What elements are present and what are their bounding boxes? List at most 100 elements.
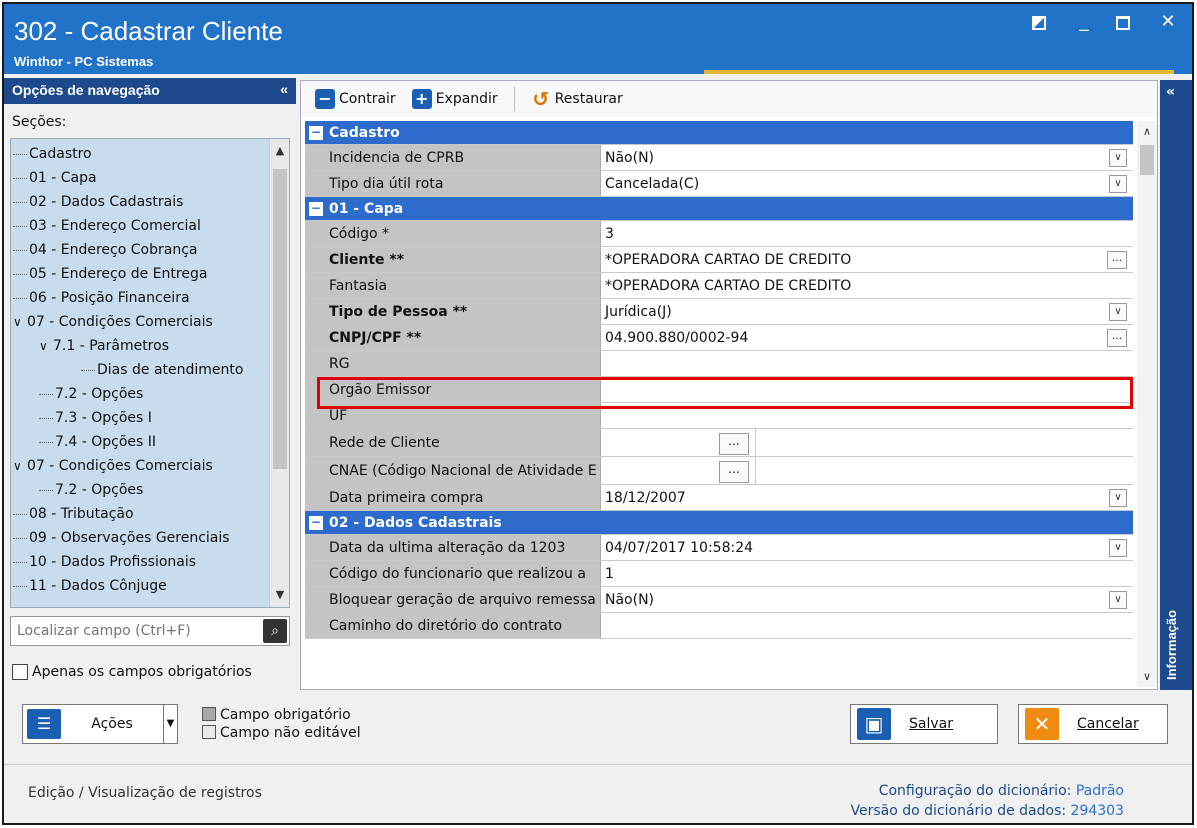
- field-value[interactable]: Jurídica(J) ∨: [601, 299, 1133, 324]
- chevron-down-icon[interactable]: ∨: [13, 455, 27, 477]
- section-header[interactable]: −01 - Capa: [305, 197, 1133, 221]
- acoes-button[interactable]: ☰ Ações ▼: [22, 704, 178, 744]
- sidebar-item-label: 03 - Endereço Comercial: [29, 218, 201, 234]
- close-button[interactable]: ✕: [1158, 12, 1178, 32]
- sidebar-item-label: 07 - Condições Comerciais: [27, 458, 213, 474]
- table-row: UF: [305, 403, 1133, 429]
- field-value[interactable]: 1: [601, 561, 1133, 586]
- section-header[interactable]: −02 - Dados Cadastrais: [305, 511, 1133, 535]
- field-search-input[interactable]: [11, 617, 251, 645]
- field-label: Código do funcionario que realizou a: [305, 561, 601, 586]
- ellipsis-button[interactable]: ...: [719, 433, 749, 455]
- field-value[interactable]: [601, 613, 1133, 638]
- maximize-button[interactable]: [1116, 12, 1136, 32]
- section-header[interactable]: − Cadastro: [305, 121, 1133, 145]
- sidebar-item[interactable]: 09 - Observações Gerenciais: [13, 527, 230, 549]
- scroll-thumb[interactable]: [273, 169, 287, 469]
- salvar-button[interactable]: ▣ Salvar: [850, 704, 998, 744]
- chevron-down-icon[interactable]: ∨: [13, 311, 27, 333]
- sidebar-item-label: 05 - Endereço de Entrega: [29, 266, 208, 282]
- caret-down-icon[interactable]: ▼: [163, 705, 177, 743]
- table-row: Tipo de Pessoa ** Jurídica(J) ∨: [305, 299, 1133, 325]
- sidebar-item[interactable]: ∨ 7.1 - Parâmetros: [39, 335, 169, 357]
- sidebar-item[interactable]: 7.2 - Opções: [39, 383, 143, 405]
- field-label: Código *: [305, 221, 601, 246]
- sidebar-item[interactable]: 08 - Tributação: [13, 503, 134, 525]
- sidebar-item[interactable]: ∨ 07 - Condições Comerciais: [13, 311, 213, 333]
- restaurar-button[interactable]: ↺ Restaurar: [525, 87, 629, 111]
- minimize-button[interactable]: _: [1074, 12, 1094, 32]
- collapse-icon[interactable]: −: [309, 516, 323, 530]
- field-label: Cliente **: [305, 247, 601, 272]
- collapse-info-button[interactable]: «: [1166, 84, 1175, 100]
- sidebar-item[interactable]: 06 - Posição Financeira: [13, 287, 190, 309]
- required-swatch: [202, 707, 216, 721]
- sidebar-item-label: 7.2 - Opções: [55, 482, 144, 498]
- scroll-up-icon[interactable]: ▲: [270, 141, 289, 161]
- scroll-down-icon[interactable]: ▼: [270, 585, 289, 605]
- field-value[interactable]: [601, 403, 1133, 428]
- undo-icon: ↺: [532, 87, 550, 111]
- only-required-checkbox[interactable]: [12, 664, 28, 680]
- sidebar-item[interactable]: 03 - Endereço Comercial: [13, 215, 201, 237]
- ellipsis-button[interactable]: ...: [1107, 329, 1127, 347]
- field-value[interactable]: 04/07/2017 10:58:24 ∨: [601, 535, 1133, 560]
- tree-scrollbar[interactable]: ▲ ▼: [269, 139, 289, 607]
- field-value[interactable]: [601, 377, 1133, 402]
- chevron-down-icon[interactable]: ∨: [1109, 539, 1127, 557]
- field-value[interactable]: *OPERADORA CARTAO DE CREDITO: [601, 273, 1133, 298]
- field-value[interactable]: Não(N) ∨: [601, 145, 1133, 170]
- collapse-navigation-button[interactable]: «: [280, 81, 288, 97]
- collapse-icon[interactable]: −: [309, 202, 323, 216]
- sidebar-item[interactable]: 10 - Dados Profissionais: [13, 551, 196, 573]
- field-label: Incidencia de CPRB: [305, 145, 601, 170]
- field-value[interactable]: Cancelada(C) ∨: [601, 171, 1133, 196]
- ellipsis-button[interactable]: ...: [1107, 251, 1127, 269]
- sidebar-item[interactable]: Cadastro: [13, 143, 92, 165]
- field-value[interactable]: ...: [601, 457, 1133, 484]
- sidebar-item[interactable]: 04 - Endereço Cobrança: [13, 239, 197, 261]
- scroll-down-icon[interactable]: ∨: [1137, 670, 1157, 683]
- field-value[interactable]: 04.900.880/0002-94...: [601, 325, 1133, 350]
- collapse-icon[interactable]: −: [309, 126, 323, 140]
- chevron-down-icon[interactable]: ∨: [1109, 489, 1127, 507]
- field-value[interactable]: 18/12/2007 ∨: [601, 485, 1133, 510]
- grid-scrollbar[interactable]: ∧ ∨: [1137, 121, 1157, 687]
- sidebar-item-label: 7.2 - Opções: [55, 386, 144, 402]
- field-value[interactable]: Não(N) ∨: [601, 587, 1133, 612]
- chevron-down-icon[interactable]: ∨: [1109, 591, 1127, 609]
- field-value[interactable]: ...: [601, 429, 1133, 456]
- sidebar-item[interactable]: 7.2 - Opções: [39, 479, 143, 501]
- field-value[interactable]: 3: [601, 221, 1133, 246]
- chevron-down-icon[interactable]: ∨: [1109, 149, 1127, 167]
- sidebar-item[interactable]: 05 - Endereço de Entrega: [13, 263, 207, 285]
- sidebar-item[interactable]: 7.4 - Opções II: [39, 431, 156, 453]
- chevron-down-icon[interactable]: ∨: [1109, 303, 1127, 321]
- contrair-button[interactable]: − Contrair: [309, 87, 402, 111]
- field-value[interactable]: [601, 351, 1133, 376]
- ellipsis-button[interactable]: ...: [719, 461, 749, 483]
- noneditable-swatch: [202, 725, 216, 739]
- scroll-up-icon[interactable]: ∧: [1137, 125, 1157, 138]
- info-label: Informação: [1164, 609, 1179, 680]
- restore-icon[interactable]: [1032, 12, 1052, 32]
- sidebar-item[interactable]: 01 - Capa: [13, 167, 97, 189]
- sidebar-item[interactable]: ∨ 07 - Condições Comerciais: [13, 455, 213, 477]
- sidebar-item-label: 04 - Endereço Cobrança: [29, 242, 198, 258]
- sidebar-item[interactable]: 7.3 - Opções I: [39, 407, 152, 429]
- table-row: RG: [305, 351, 1133, 377]
- cancelar-button[interactable]: ✕ Cancelar: [1018, 704, 1168, 744]
- expandir-button[interactable]: + Expandir: [406, 87, 504, 111]
- chevron-down-icon[interactable]: ∨: [1109, 175, 1127, 193]
- field-value[interactable]: *OPERADORA CARTAO DE CREDITO...: [601, 247, 1133, 272]
- chevron-down-icon[interactable]: ∨: [39, 335, 53, 357]
- sidebar-item[interactable]: 02 - Dados Cadastrais: [13, 191, 183, 213]
- sidebar-item[interactable]: Dias de atendimento: [81, 359, 243, 381]
- legend-noneditable-label: Campo não editável: [220, 725, 361, 741]
- search-icon[interactable]: ⌕: [263, 619, 287, 643]
- sidebar-item[interactable]: 11 - Dados Cônjuge: [13, 575, 167, 597]
- info-panel[interactable]: « Informação: [1160, 80, 1192, 690]
- scroll-thumb[interactable]: [1140, 145, 1154, 175]
- tree-connector: [13, 225, 27, 227]
- sidebar-item-label: 08 - Tributação: [29, 506, 134, 522]
